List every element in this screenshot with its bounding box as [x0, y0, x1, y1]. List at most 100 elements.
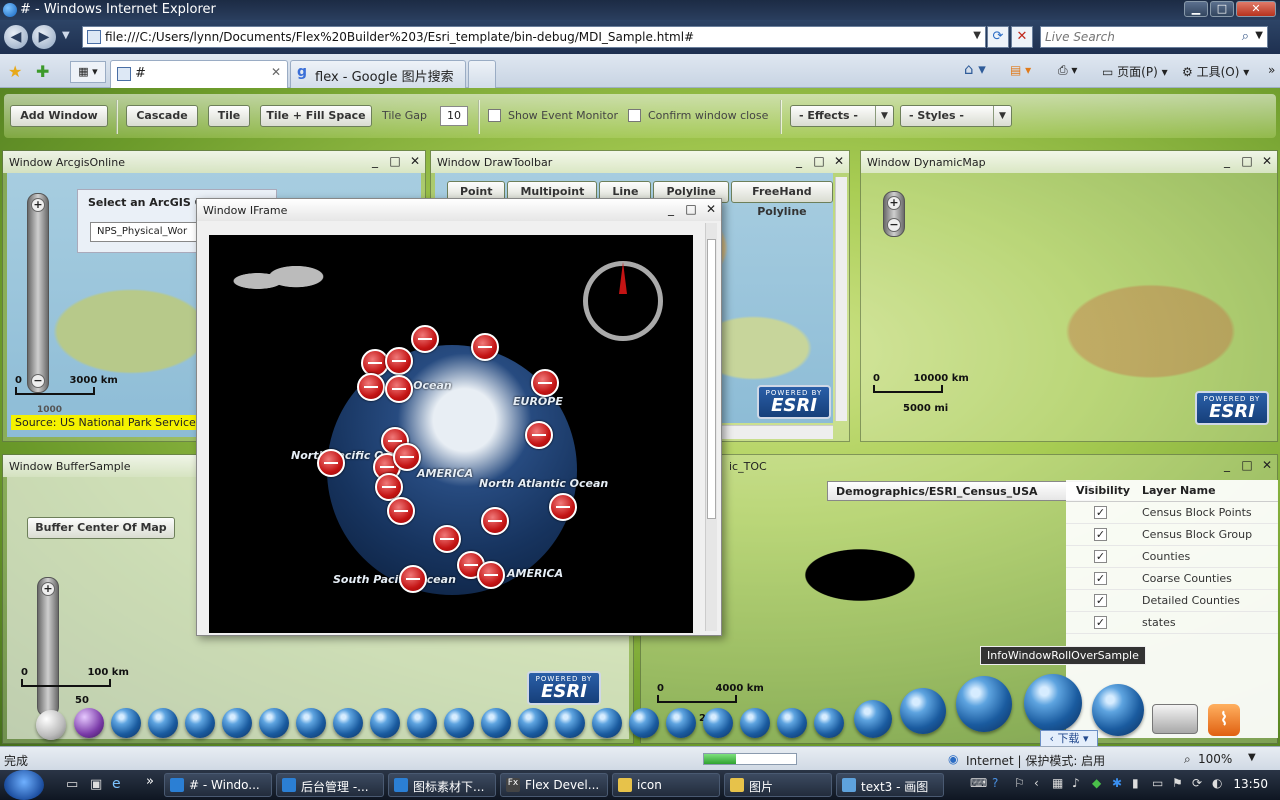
minimize-icon[interactable]: _	[665, 202, 677, 216]
vertical-scrollbar[interactable]	[835, 177, 847, 421]
earthquake-marker[interactable]	[549, 493, 577, 521]
table-row[interactable]: ✓ Census Block Group	[1066, 524, 1278, 546]
help-icon[interactable]: ?	[992, 776, 998, 790]
address-dropdown-icon[interactable]: ▼	[973, 30, 981, 41]
earthquake-marker[interactable]	[433, 525, 461, 553]
zoom-out-icon[interactable]: −	[887, 218, 901, 232]
close-tab-icon[interactable]: ✕	[271, 65, 281, 79]
dock-globe-icon[interactable]	[814, 708, 844, 738]
zoom-slider[interactable]: + −	[27, 193, 49, 393]
confirm-close-checkbox[interactable]	[628, 109, 641, 122]
chevron-down-icon[interactable]: ▾	[1083, 732, 1089, 745]
tile-gap-input[interactable]: 10	[440, 106, 468, 126]
add-window-button[interactable]: Add Window	[10, 105, 108, 127]
search-input[interactable]	[1045, 27, 1235, 47]
earthquake-marker[interactable]	[411, 325, 439, 353]
feeds-icon[interactable]: ▤ ▾	[1010, 63, 1031, 77]
earthquake-marker[interactable]	[477, 561, 505, 589]
earthquake-marker[interactable]	[531, 369, 559, 397]
security-center-icon[interactable]: ⚑	[1172, 776, 1183, 790]
rss-icon[interactable]: ⌇	[1208, 704, 1240, 736]
start-button[interactable]	[4, 770, 44, 800]
minimize-icon[interactable]: ▁	[1184, 1, 1208, 17]
disk-drive-icon[interactable]	[1152, 704, 1198, 734]
language-icon[interactable]: ⚐	[1014, 776, 1025, 790]
layer-service-combo[interactable]: Demographics/ESRI_Census_USA ▼	[827, 481, 1097, 501]
taskbar-item[interactable]: text3 - 画图	[836, 773, 944, 797]
tab-google-images[interactable]: g flex - Google 图片搜索	[290, 60, 466, 88]
compass-icon[interactable]	[583, 261, 663, 341]
forward-button[interactable]: ▶	[32, 25, 56, 49]
visibility-checkbox[interactable]: ✓	[1094, 506, 1107, 519]
dock-globe-icon[interactable]	[111, 708, 141, 738]
close-icon[interactable]: ✕	[1261, 458, 1273, 472]
security-zone[interactable]: Internet | 保护模式: 启用	[966, 752, 1105, 769]
col-layer-name[interactable]: Layer Name	[1142, 484, 1216, 497]
close-icon[interactable]: ✕	[1261, 154, 1273, 168]
bluetooth-icon[interactable]: ✱	[1112, 776, 1122, 790]
dock-globe-icon[interactable]	[259, 708, 289, 738]
taskbar-item[interactable]: icon	[612, 773, 720, 797]
effects-combo[interactable]: - Effects - ▼	[790, 105, 894, 127]
dock-globe-icon[interactable]	[36, 710, 66, 740]
col-visibility[interactable]: Visibility	[1076, 484, 1130, 497]
vertical-scrollbar[interactable]	[705, 223, 717, 631]
dock-globe-icon[interactable]	[222, 708, 252, 738]
chevron-down-icon[interactable]: ▼	[1248, 752, 1256, 763]
earthquake-marker[interactable]	[393, 443, 421, 471]
dock-globe-icon[interactable]	[481, 708, 511, 738]
switch-windows-icon[interactable]: ▣	[90, 777, 102, 792]
dock-globe-icon[interactable]	[900, 688, 946, 734]
earthquake-marker[interactable]	[387, 497, 415, 525]
shield-icon[interactable]: ◆	[1092, 776, 1101, 790]
tab-current[interactable]: # ✕	[110, 60, 288, 88]
minimize-icon[interactable]: _	[1221, 458, 1233, 472]
close-icon[interactable]: ✕	[1236, 1, 1276, 17]
history-dropdown-icon[interactable]: ▼	[62, 30, 70, 41]
maximize-icon[interactable]: □	[1241, 154, 1253, 168]
taskbar-item[interactable]: 图片	[724, 773, 832, 797]
table-row[interactable]: ✓ states	[1066, 612, 1278, 634]
visibility-checkbox[interactable]: ✓	[1094, 594, 1107, 607]
volume-icon[interactable]: ♪	[1072, 776, 1080, 790]
add-favorite-icon[interactable]: ✚	[36, 62, 49, 81]
dynamic-map[interactable]: + − 0 10000 km 5000 mi POWERED BY ESRI	[865, 173, 1273, 437]
window-dynamic-map[interactable]: Window DynamicMap _ □ ✕ + − 0 10000 km 5…	[860, 150, 1278, 442]
maximize-icon[interactable]: □	[1241, 458, 1253, 472]
earth-view[interactable]: EUROPE ic Ocean North Pacific O AMERICA …	[209, 235, 693, 633]
close-icon[interactable]: ✕	[409, 154, 421, 168]
taskbar-item[interactable]: Fx Flex Devel...	[500, 773, 608, 797]
tray-expand-icon[interactable]: ‹	[1034, 776, 1039, 790]
dock-globe-icon[interactable]	[148, 708, 178, 738]
refresh-button[interactable]: ⟳	[987, 26, 1009, 48]
window-titlebar[interactable]: ic_TOC _ □ ✕	[641, 455, 1277, 477]
favorites-star-icon[interactable]: ★	[8, 62, 22, 81]
cascade-button[interactable]: Cascade	[126, 105, 198, 127]
tools-menu[interactable]: ⚙ 工具(O) ▾	[1182, 63, 1249, 80]
dock-globe-icon[interactable]	[185, 708, 215, 738]
sound-icon[interactable]: ◐	[1212, 776, 1222, 790]
taskbar-item[interactable]: # - Windo...	[164, 773, 272, 797]
zoom-control[interactable]: + −	[883, 191, 905, 237]
power-icon[interactable]: ▮	[1132, 776, 1139, 790]
chevron-down-icon[interactable]: ▼	[993, 106, 1011, 126]
minimize-icon[interactable]: _	[369, 154, 381, 168]
network-icon[interactable]: ▦	[1052, 776, 1063, 790]
zoom-in-icon[interactable]: +	[41, 582, 55, 596]
maximize-icon[interactable]: □	[389, 154, 401, 168]
tile-fill-button[interactable]: Tile + Fill Space	[260, 105, 372, 127]
display-icon[interactable]: ▭	[1152, 776, 1163, 790]
table-row[interactable]: ✓ Census Block Points	[1066, 502, 1278, 524]
address-bar[interactable]: file:///C:/Users/lynn/Documents/Flex%20B…	[82, 26, 986, 48]
zoom-in-icon[interactable]: +	[887, 196, 901, 210]
window-titlebar[interactable]: Window DynamicMap _ □ ✕	[861, 151, 1277, 173]
visibility-checkbox[interactable]: ✓	[1094, 572, 1107, 585]
earthquake-marker[interactable]	[357, 373, 385, 401]
minimize-icon[interactable]: _	[1221, 154, 1233, 168]
earthquake-marker[interactable]	[481, 507, 509, 535]
show-desktop-icon[interactable]: ▭	[66, 777, 78, 792]
earthquake-marker[interactable]	[317, 449, 345, 477]
search-options-icon[interactable]: ▼	[1255, 30, 1263, 41]
window-iframe[interactable]: Window IFrame _ □ ✕ EUROPE ic Ocean Nort…	[196, 198, 722, 636]
window-titlebar[interactable]: Window DrawToolbar _ □ ✕	[431, 151, 849, 173]
